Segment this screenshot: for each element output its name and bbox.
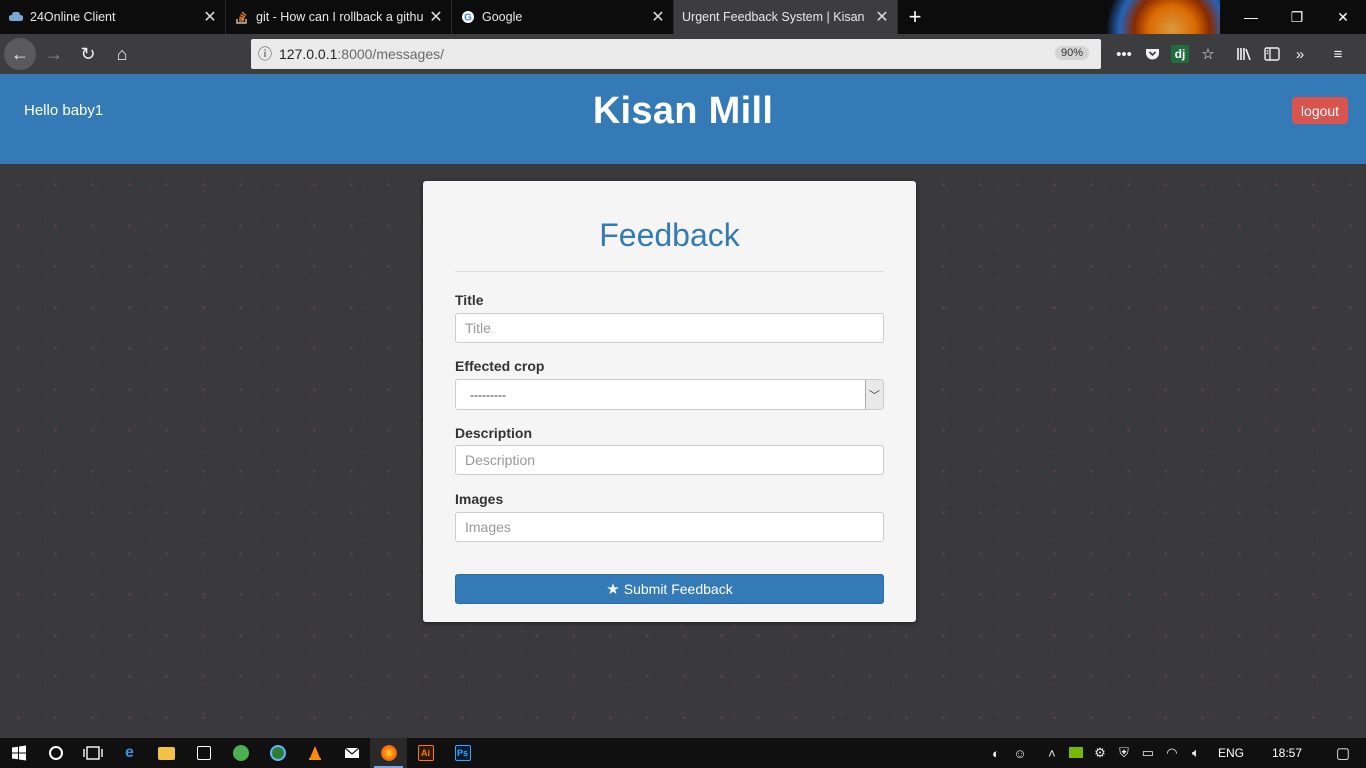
divider	[455, 271, 884, 272]
minimize-icon[interactable]: —	[1228, 0, 1274, 34]
app-icon-green[interactable]	[222, 738, 259, 768]
people-icon[interactable]: ☺	[1008, 746, 1032, 761]
edge-icon[interactable]: e	[111, 738, 148, 768]
defender-shield-icon[interactable]: ⛨	[1112, 745, 1136, 761]
windows-start-icon[interactable]	[0, 738, 37, 768]
nvidia-icon[interactable]	[1064, 746, 1088, 761]
cloud-icon	[8, 9, 24, 25]
home-icon[interactable]: ⌂	[106, 38, 138, 70]
tab-title: 24Online Client	[30, 10, 116, 24]
tab-strip: 24Online Client ✕ git - How can I rollba…	[0, 0, 1366, 34]
sidebar-icon[interactable]	[1258, 40, 1286, 68]
zoom-indicator[interactable]: 90%	[1054, 46, 1089, 60]
close-icon[interactable]: ✕	[875, 7, 889, 27]
firefox-icon[interactable]	[370, 738, 407, 768]
notifications-icon[interactable]: ▢	[1320, 744, 1366, 762]
mail-icon[interactable]	[333, 738, 370, 768]
system-tray: ◐ ☺ ˄ ⚙ ⛨ ▭ ◠ 🔈︎ ENG 18:57 ▢	[984, 738, 1366, 768]
description-input[interactable]	[455, 445, 884, 475]
crop-select[interactable]: --------- ﹀	[455, 379, 884, 410]
windows-taskbar: e Ai Ps ◐ ☺ ˄ ⚙ ⛨ ▭ ◠ 🔈︎ ENG 18:57 ▢	[0, 738, 1366, 768]
description-label: Description	[455, 425, 533, 441]
star-icon: ★	[606, 581, 620, 598]
stackoverflow-icon	[234, 9, 250, 25]
svg-text:G: G	[464, 13, 472, 24]
new-tab-button[interactable]: +	[898, 0, 932, 34]
crop-selected-value: ---------	[470, 387, 506, 402]
info-icon[interactable]: ⓘ	[251, 44, 279, 64]
chevron-down-icon[interactable]: ﹀	[865, 380, 883, 409]
images-input[interactable]	[455, 512, 884, 542]
address-bar[interactable]: ⓘ 127.0.0.1:8000/messages/ 90%	[251, 39, 1101, 69]
task-view-icon[interactable]	[74, 738, 111, 768]
input-language[interactable]: ENG	[1208, 746, 1254, 760]
forward-arrow-icon[interactable]: →	[38, 38, 70, 70]
show-hidden-icons-icon[interactable]: ˄	[1040, 746, 1064, 761]
url-path: :8000/messages/	[337, 46, 445, 62]
title-input[interactable]	[455, 313, 884, 343]
submit-label: Submit Feedback	[623, 581, 733, 597]
crop-label: Effected crop	[455, 358, 545, 374]
tab-title: Urgent Feedback System | Kisan Mi	[682, 10, 869, 24]
wifi-icon[interactable]: ◠	[1160, 745, 1184, 761]
restore-icon[interactable]: ❐	[1274, 0, 1320, 34]
logout-button[interactable]: logout	[1292, 97, 1348, 124]
reload-icon[interactable]: ↻	[72, 38, 104, 70]
star-bookmark-icon[interactable]: ☆	[1194, 40, 1222, 68]
tab-git-rollback[interactable]: git - How can I rollback a githu ✕	[226, 0, 452, 34]
images-label: Images	[455, 491, 504, 507]
globe-app-icon[interactable]	[259, 738, 296, 768]
store-icon[interactable]	[185, 738, 222, 768]
form-title: Feedback	[599, 217, 740, 253]
toolbar-actions: ••• dj ☆ » ≡	[1110, 38, 1352, 70]
tab-feedback-system[interactable]: Urgent Feedback System | Kisan Mi ✕	[674, 0, 898, 34]
site-brand: Kisan Mill	[592, 90, 774, 132]
hamburger-menu-icon[interactable]: ≡	[1324, 40, 1352, 68]
close-icon[interactable]: ✕	[651, 7, 665, 27]
system-clock[interactable]: 18:57	[1254, 746, 1320, 760]
volume-icon[interactable]: 🔈︎	[1184, 745, 1208, 761]
vlc-icon[interactable]	[296, 738, 333, 768]
search-circle-icon[interactable]	[37, 738, 74, 768]
google-icon: G	[460, 9, 476, 25]
tab-google[interactable]: G Google ✕	[452, 0, 674, 34]
url-host: 127.0.0.1	[279, 46, 338, 62]
pocket-icon[interactable]	[1138, 40, 1166, 68]
site-header: Hello baby1 Kisan Mill logout	[0, 74, 1366, 164]
submit-feedback-button[interactable]: ★ Submit Feedback	[455, 574, 884, 604]
close-icon[interactable]: ✕	[429, 7, 443, 27]
battery-icon[interactable]: ▭	[1136, 745, 1160, 761]
tab-title: git - How can I rollback a githu	[256, 10, 423, 24]
illustrator-icon[interactable]: Ai	[407, 738, 444, 768]
django-icon[interactable]: dj	[1171, 45, 1189, 63]
feedback-form-card: Feedback Title Effected crop --------- ﹀…	[423, 181, 916, 622]
file-explorer-icon[interactable]	[148, 738, 185, 768]
window-controls: — ❐ ✕	[1228, 0, 1366, 34]
more-actions-icon[interactable]: •••	[1110, 40, 1138, 68]
close-window-icon[interactable]: ✕	[1320, 0, 1366, 34]
title-label: Title	[455, 292, 484, 308]
browser-toolbar: ← → ↻ ⌂ ⓘ 127.0.0.1:8000/messages/ 90% •…	[0, 34, 1366, 74]
close-icon[interactable]: ✕	[203, 7, 217, 27]
library-icon[interactable]	[1230, 40, 1258, 68]
network-adapter-icon[interactable]: ⚙	[1088, 745, 1112, 761]
cortana-avatar-icon[interactable]: ◐	[984, 746, 1008, 761]
tab-title: Google	[482, 10, 523, 24]
photoshop-icon[interactable]: Ps	[444, 738, 481, 768]
tab-24online[interactable]: 24Online Client ✕	[0, 0, 226, 34]
overflow-menu-icon[interactable]: »	[1286, 40, 1314, 68]
back-arrow-icon[interactable]: ←	[4, 38, 36, 70]
